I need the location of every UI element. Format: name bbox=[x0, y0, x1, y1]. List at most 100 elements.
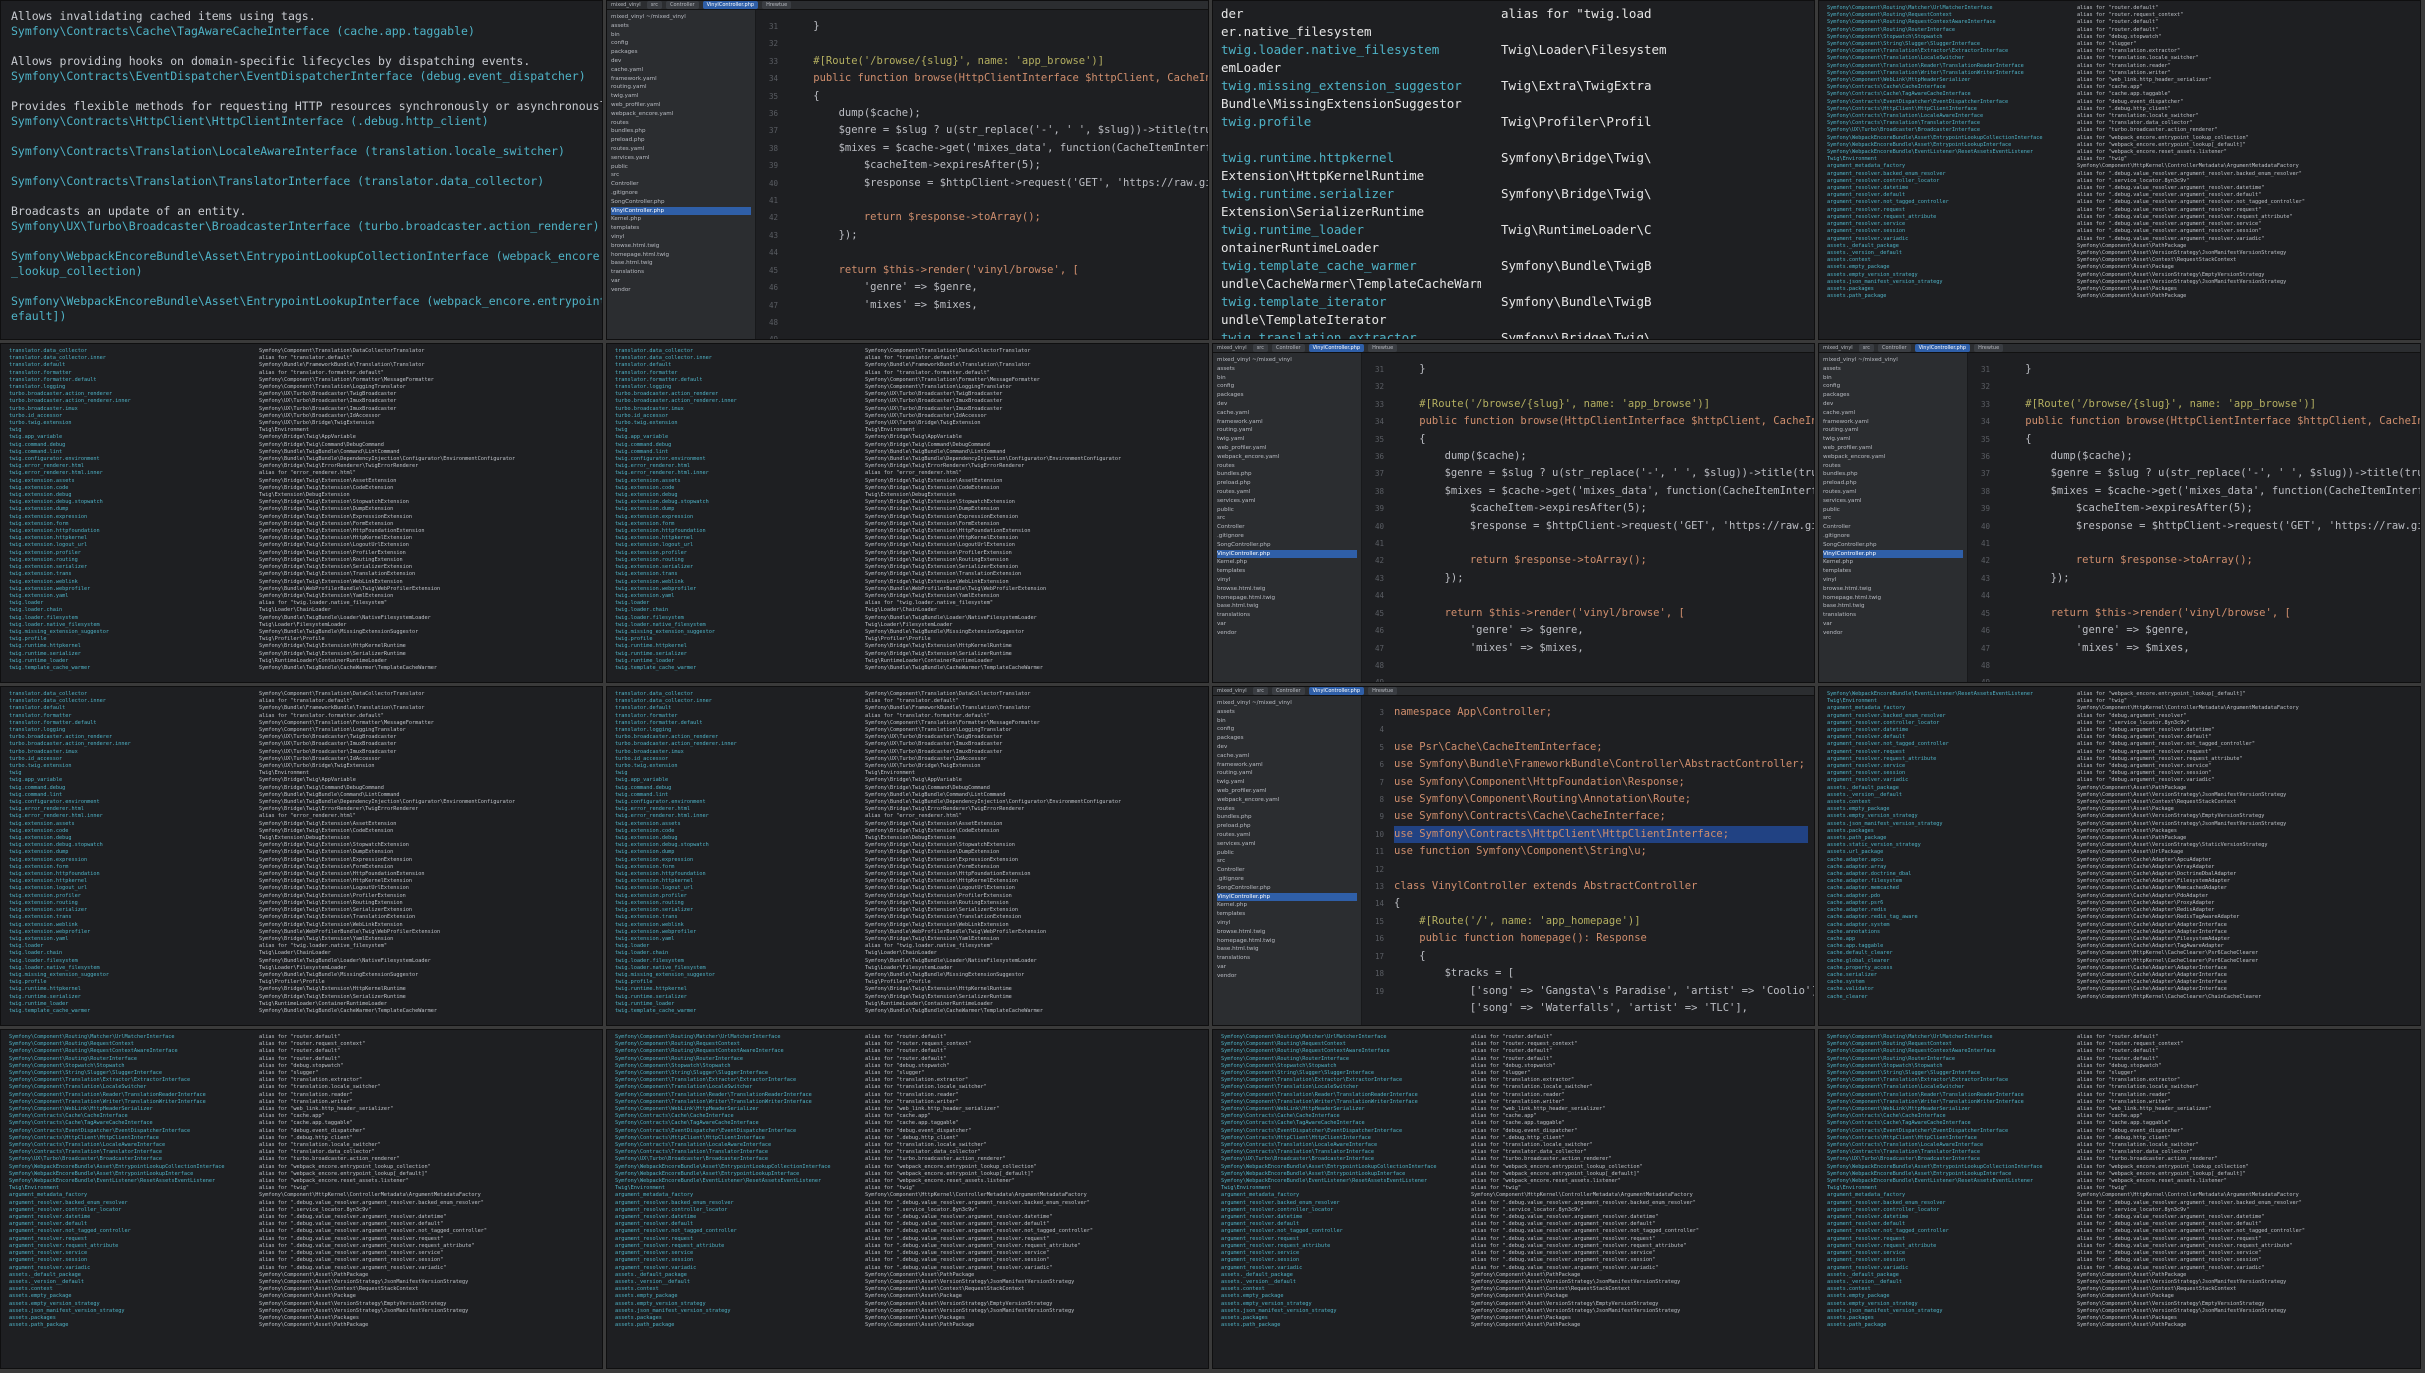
tree-item[interactable]: .gitignore bbox=[1217, 875, 1357, 884]
tree-item[interactable]: preload.php bbox=[1823, 479, 1963, 488]
tree-item[interactable]: bundles.php bbox=[1217, 813, 1357, 822]
tree-item[interactable]: routes bbox=[1217, 805, 1357, 814]
editor-tab[interactable]: VinylController.php bbox=[1914, 344, 1971, 352]
tree-item[interactable]: templates bbox=[1217, 910, 1357, 919]
tree-item[interactable]: .gitignore bbox=[1823, 532, 1963, 541]
tree-item[interactable]: packages bbox=[1823, 391, 1963, 400]
tree-item[interactable]: vendor bbox=[611, 286, 751, 295]
tree-item[interactable]: bin bbox=[1823, 374, 1963, 383]
tree-item[interactable]: assets bbox=[611, 22, 751, 31]
tree-item[interactable]: assets bbox=[1823, 365, 1963, 374]
tree-item[interactable]: vendor bbox=[1217, 629, 1357, 638]
editor-tab[interactable]: VinylController.php bbox=[1308, 687, 1365, 695]
tree-item[interactable]: webpack_encore.yaml bbox=[1217, 796, 1357, 805]
tree-item[interactable]: Kernel.php bbox=[1823, 558, 1963, 567]
tree-item[interactable]: src bbox=[1823, 514, 1963, 523]
project-name[interactable]: mixed_vinyl bbox=[1823, 345, 1853, 351]
tree-item[interactable]: .gitignore bbox=[1217, 532, 1357, 541]
code-editor[interactable]: } #[Route('/browse/{slug}', name: 'app_b… bbox=[782, 10, 1208, 339]
tree-item[interactable]: base.html.twig bbox=[1217, 602, 1357, 611]
tree-item[interactable]: webpack_encore.yaml bbox=[1823, 453, 1963, 462]
tree-item[interactable]: var bbox=[611, 277, 751, 286]
tree-item[interactable]: templates bbox=[1217, 567, 1357, 576]
tree-item[interactable]: Controller bbox=[1217, 523, 1357, 532]
tree-item[interactable]: vinyl bbox=[1217, 919, 1357, 928]
tree-item[interactable]: mixed_vinyl ~/mixed_vinyl bbox=[1217, 699, 1357, 708]
tree-item[interactable]: framework.yaml bbox=[611, 75, 751, 84]
tree-item[interactable]: routes.yaml bbox=[611, 145, 751, 154]
tree-item[interactable]: Controller bbox=[1823, 523, 1963, 532]
tree-item[interactable]: browse.html.twig bbox=[1823, 585, 1963, 594]
tree-item[interactable]: public bbox=[1823, 506, 1963, 515]
project-name[interactable]: mixed_vinyl bbox=[1217, 688, 1247, 694]
tree-item[interactable]: translations bbox=[1217, 954, 1357, 963]
tree-item[interactable]: SongController.php bbox=[1217, 884, 1357, 893]
code-editor[interactable]: } #[Route('/browse/{slug}', name: 'app_b… bbox=[1994, 353, 2420, 682]
editor-tab[interactable]: src bbox=[1252, 687, 1268, 695]
tree-item[interactable]: vinyl bbox=[1823, 576, 1963, 585]
tree-item[interactable]: templates bbox=[1823, 567, 1963, 576]
tree-item[interactable]: services.yaml bbox=[1217, 840, 1357, 849]
tree-item[interactable]: web_profiler.yaml bbox=[1217, 787, 1357, 796]
tree-item[interactable]: config bbox=[1217, 725, 1357, 734]
tree-item[interactable]: routes.yaml bbox=[1217, 488, 1357, 497]
tree-item[interactable]: var bbox=[1823, 620, 1963, 629]
tree-item[interactable]: twig.yaml bbox=[1217, 435, 1357, 444]
editor-tab[interactable]: VinylController.php bbox=[702, 1, 759, 9]
tree-item[interactable]: vendor bbox=[1217, 972, 1357, 981]
tree-item[interactable]: bundles.php bbox=[1217, 470, 1357, 479]
tree-item[interactable]: config bbox=[611, 39, 751, 48]
editor-tab[interactable]: Controller bbox=[666, 1, 699, 9]
tree-item[interactable]: config bbox=[1823, 382, 1963, 391]
tree-item[interactable]: routes bbox=[611, 119, 751, 128]
editor-tab[interactable]: Hrewtue bbox=[1974, 344, 2004, 352]
tree-item[interactable]: mixed_vinyl ~/mixed_vinyl bbox=[1823, 356, 1963, 365]
code-editor[interactable]: namespace App\Controller; use Psr\Cache\… bbox=[1388, 696, 1814, 1025]
tree-item[interactable]: homepage.html.twig bbox=[611, 251, 751, 260]
tree-item[interactable]: services.yaml bbox=[611, 154, 751, 163]
tree-item[interactable]: SongController.php bbox=[1217, 541, 1357, 550]
tree-item[interactable]: browse.html.twig bbox=[1217, 928, 1357, 937]
tree-item[interactable]: cache.yaml bbox=[1823, 409, 1963, 418]
tree-item[interactable]: dev bbox=[1823, 400, 1963, 409]
tree-item[interactable]: routing.yaml bbox=[611, 83, 751, 92]
tree-item[interactable]: packages bbox=[1217, 391, 1357, 400]
tree-item[interactable]: SongController.php bbox=[611, 198, 751, 207]
tree-item[interactable]: web_profiler.yaml bbox=[611, 101, 751, 110]
tree-item[interactable]: bin bbox=[1217, 717, 1357, 726]
editor-tab[interactable]: Hrewtue bbox=[762, 1, 792, 9]
tree-item[interactable]: routes bbox=[1217, 462, 1357, 471]
tree-item[interactable]: web_profiler.yaml bbox=[1217, 444, 1357, 453]
tree-item[interactable]: bin bbox=[611, 31, 751, 40]
tree-item[interactable]: dev bbox=[1217, 743, 1357, 752]
tree-item[interactable]: public bbox=[611, 163, 751, 172]
editor-tab[interactable]: src bbox=[646, 1, 662, 9]
tree-item[interactable]: base.html.twig bbox=[1823, 602, 1963, 611]
tree-item[interactable]: VinylController.php bbox=[1217, 892, 1357, 902]
tree-item[interactable]: cache.yaml bbox=[1217, 409, 1357, 418]
tree-item[interactable]: bin bbox=[1217, 374, 1357, 383]
tree-item[interactable]: Controller bbox=[611, 180, 751, 189]
tree-item[interactable]: framework.yaml bbox=[1823, 418, 1963, 427]
tree-item[interactable]: src bbox=[611, 171, 751, 180]
tree-item[interactable]: base.html.twig bbox=[1217, 945, 1357, 954]
tree-item[interactable]: twig.yaml bbox=[1823, 435, 1963, 444]
tree-item[interactable]: services.yaml bbox=[1823, 497, 1963, 506]
tree-item[interactable]: vinyl bbox=[1217, 576, 1357, 585]
tree-item[interactable]: assets bbox=[1217, 365, 1357, 374]
tree-item[interactable]: dev bbox=[611, 57, 751, 66]
tree-item[interactable]: translations bbox=[1217, 611, 1357, 620]
editor-tab[interactable]: Hrewtue bbox=[1368, 687, 1398, 695]
tree-item[interactable]: public bbox=[1217, 849, 1357, 858]
tree-item[interactable]: .gitignore bbox=[611, 189, 751, 198]
tree-item[interactable]: cache.yaml bbox=[1217, 752, 1357, 761]
editor-tab[interactable]: Hrewtue bbox=[1368, 344, 1398, 352]
tree-item[interactable]: homepage.html.twig bbox=[1217, 594, 1357, 603]
code-editor[interactable]: } #[Route('/browse/{slug}', name: 'app_b… bbox=[1388, 353, 1814, 682]
tree-item[interactable]: routing.yaml bbox=[1217, 426, 1357, 435]
tree-item[interactable]: var bbox=[1217, 963, 1357, 972]
tree-item[interactable]: homepage.html.twig bbox=[1823, 594, 1963, 603]
editor-tab[interactable]: Controller bbox=[1272, 687, 1305, 695]
tree-item[interactable]: mixed_vinyl ~/mixed_vinyl bbox=[1217, 356, 1357, 365]
tree-item[interactable]: Kernel.php bbox=[611, 215, 751, 224]
